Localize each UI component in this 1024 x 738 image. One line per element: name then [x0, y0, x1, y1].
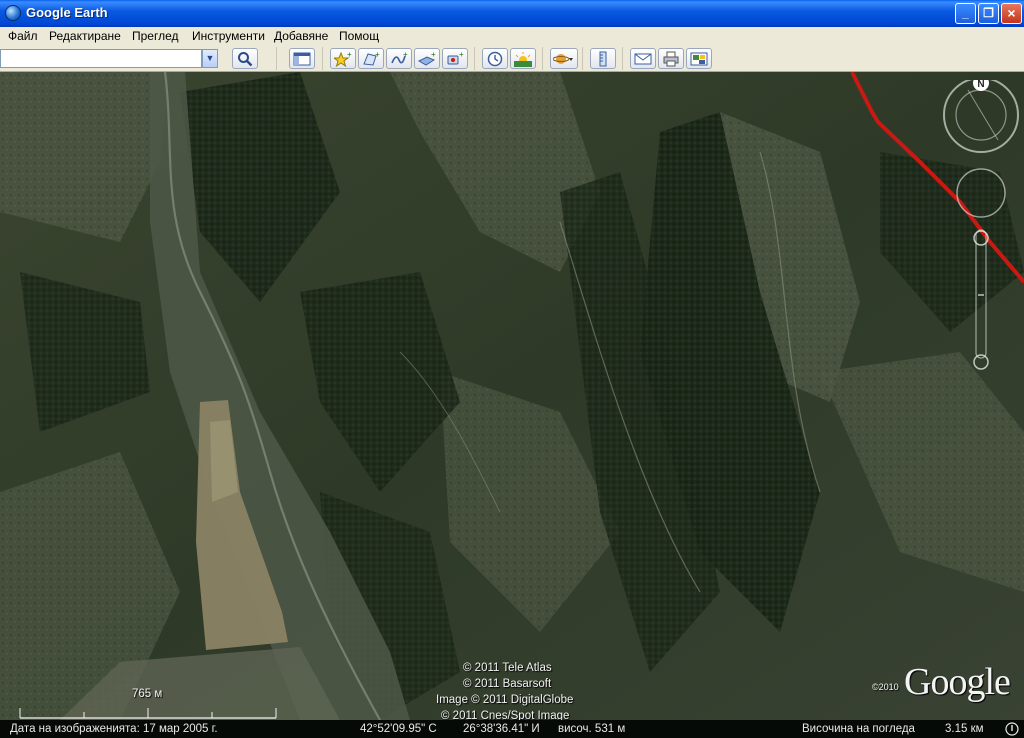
svg-text:+: +: [459, 51, 464, 59]
svg-text:+: +: [431, 51, 436, 59]
maximize-button[interactable]: ❐: [978, 3, 999, 24]
search-dropdown-button[interactable]: ▼: [202, 49, 218, 68]
menu-edit[interactable]: Редактиране: [49, 29, 121, 43]
eye-altitude-label: Височина на погледа: [802, 723, 915, 735]
print-button[interactable]: [658, 48, 684, 69]
save-image-button[interactable]: [686, 48, 712, 69]
google-earth-icon: [5, 5, 21, 21]
add-polygon-button[interactable]: +: [358, 48, 384, 69]
historical-imagery-button[interactable]: [482, 48, 508, 69]
scale-label: 765 м: [132, 688, 163, 700]
menu-file[interactable]: Файл: [8, 29, 38, 43]
title-bar: Google Earth _ ❐ ×: [0, 0, 1024, 27]
zoom-out-icon[interactable]: [973, 354, 989, 370]
sidebar-toggle-button[interactable]: [289, 48, 315, 69]
close-button[interactable]: ×: [1001, 3, 1022, 24]
menu-help[interactable]: Помощ: [339, 29, 379, 43]
sunlight-icon: [514, 51, 532, 67]
toolbar-separator: [622, 47, 623, 70]
menu-bar: Файл Редактиране Преглед Инструменти Доб…: [0, 27, 1024, 45]
compass-north-label: N: [977, 80, 984, 90]
zoom-slider[interactable]: [975, 229, 987, 359]
record-tour-icon: +: [447, 51, 464, 64]
streaming-indicator-icon: [1005, 722, 1019, 736]
copyright-line: © 2011 Tele Atlas: [463, 662, 552, 674]
navigation-controls[interactable]: N: [938, 80, 1024, 380]
menu-add[interactable]: Добавяне: [274, 29, 328, 43]
logo-year: ©2010: [872, 682, 899, 692]
search-button[interactable]: [232, 48, 258, 69]
copyright-line: © 2011 Basarsoft: [463, 678, 552, 690]
toolbar-separator: [582, 47, 583, 70]
toolbar: ▼ + + + + +: [0, 45, 1024, 72]
elevation-readout: височ. 531 м: [558, 723, 626, 735]
email-button[interactable]: [630, 48, 656, 69]
satellite-imagery: [0, 72, 1024, 720]
image-overlay-icon: +: [418, 51, 436, 66]
toolbar-separator: [474, 47, 475, 70]
email-icon: [634, 53, 652, 64]
svg-text:+: +: [403, 51, 408, 59]
search-input[interactable]: [0, 49, 202, 68]
google-logo: Google: [904, 661, 1011, 703]
sidebar-toggle-icon: [293, 52, 311, 65]
imagery-date: Дата на изображенията: 17 мар 2005 г.: [10, 723, 218, 735]
map-view[interactable]: N 765 м © 2011 Tele Atlas © 2011 Basarso…: [0, 72, 1024, 720]
toolbar-separator: [322, 47, 323, 70]
copyright-line: © 2011 Cnes/Spot Image: [441, 710, 570, 720]
toolbar-separator: [276, 47, 277, 70]
polygon-icon: +: [363, 51, 380, 66]
longitude-readout: 26°38'36.41" И: [463, 723, 540, 735]
svg-text:+: +: [375, 51, 380, 59]
add-placemark-button[interactable]: +: [330, 48, 356, 69]
toolbar-separator: [542, 47, 543, 70]
planets-icon: [553, 53, 573, 64]
record-tour-button[interactable]: +: [442, 48, 468, 69]
latitude-readout: 42°52'09.95" С: [360, 723, 437, 735]
ruler-icon: [599, 51, 607, 66]
print-icon: [663, 51, 679, 66]
add-image-overlay-button[interactable]: +: [414, 48, 440, 69]
add-path-button[interactable]: +: [386, 48, 412, 69]
sunlight-button[interactable]: [510, 48, 536, 69]
placemark-icon: +: [334, 51, 352, 67]
historical-imagery-icon: [487, 51, 503, 66]
copyright-line: Image © 2011 DigitalGlobe: [436, 694, 574, 706]
minimize-button[interactable]: _: [955, 3, 976, 24]
menu-view[interactable]: Преглед: [132, 29, 179, 43]
status-bar: Дата на изображенията: 17 мар 2005 г. 42…: [0, 720, 1024, 738]
search-icon: [238, 51, 253, 66]
svg-text:+: +: [347, 51, 352, 59]
move-joystick[interactable]: [956, 168, 1006, 218]
path-icon: +: [391, 51, 408, 64]
ruler-button[interactable]: [590, 48, 616, 69]
save-image-icon: [690, 52, 708, 65]
scale-bar: [19, 708, 277, 719]
menu-tools[interactable]: Инструменти: [192, 29, 265, 43]
planets-button[interactable]: [550, 48, 578, 69]
eye-altitude-value: 3.15 км: [945, 723, 984, 735]
window-title: Google Earth: [26, 5, 108, 20]
